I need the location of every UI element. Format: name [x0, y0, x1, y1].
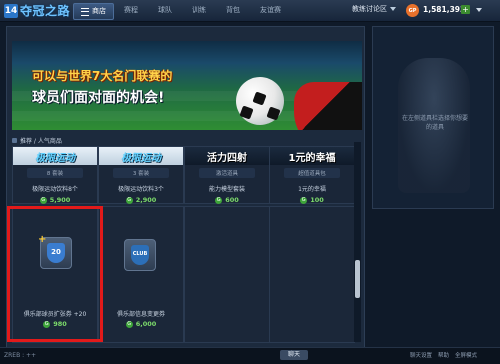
chevron-down-icon [390, 7, 396, 11]
menu-icon [81, 7, 89, 16]
ball-patch [252, 91, 267, 106]
card-banner: 极限运动 [13, 147, 97, 165]
price-value: 600 [225, 196, 239, 204]
chat-send-button[interactable]: 聊天 [280, 350, 308, 360]
chat-settings-link[interactable]: 聊天设置 [410, 351, 432, 359]
chat-input[interactable]: ZREB : ++ [4, 351, 274, 360]
logo-mark-icon: 14 [4, 3, 18, 18]
product-card[interactable]: CLUB 俱乐部信息变更券 G 6,000 [98, 206, 184, 343]
gp-icon: GP [406, 4, 419, 17]
card-sub: 超值道具包 [284, 168, 340, 178]
price: G 6,000 [99, 320, 183, 328]
product-card[interactable]: 活力四射 激活道具 能力模型套装 G 600 [184, 146, 270, 204]
product-card[interactable]: 1元的幸福 超值道具包 1元的幸福 G 100 [269, 146, 355, 204]
nav-item-friendly-match[interactable]: 友谊赛 [250, 3, 291, 18]
chevron-down-icon[interactable] [476, 8, 482, 12]
card-sub: 3 套装 [113, 168, 169, 178]
nav-item-label: 商店 [92, 7, 106, 15]
player-leg-image [294, 82, 362, 130]
product-card[interactable]: 极限运动 3 套装 极限运动饮料3个 G 2,900 [98, 146, 184, 204]
chat-tools: 聊天设置 帮助 全屏模式 [410, 351, 477, 359]
bullet-icon [12, 138, 17, 143]
coin-icon: G [215, 196, 223, 204]
promo-banner[interactable]: 可以与世界7大名门联赛的 球员们面对面的机会! [12, 41, 362, 130]
app-logo[interactable]: 14 夺冠之路 [4, 2, 70, 19]
nav-item-training[interactable]: 训练 [182, 3, 216, 18]
card-banner: 1元的幸福 [270, 147, 354, 165]
banner-headline: 可以与世界7大名门联赛的 [32, 69, 173, 83]
coin-icon: G [125, 196, 133, 204]
section-title: 推荐 / 人气商品 [12, 136, 62, 145]
scrollbar[interactable] [354, 142, 361, 342]
card-name: 能力模型套装 [208, 186, 245, 193]
product-card[interactable]: 极限运动 8 套装 极限运动饮料8个 G 5,900 [12, 146, 98, 204]
card-banner: 极限运动 [99, 147, 183, 165]
card-name: 俱乐部信息变更券 [116, 311, 165, 318]
coin-icon: G [125, 320, 133, 328]
price-value: 5,900 [49, 196, 71, 204]
forum-dropdown[interactable]: 教练讨论区 [352, 4, 396, 14]
gp-balance: 1,581,393 [423, 5, 466, 14]
coin-icon: G [300, 196, 308, 204]
price-value: 2,900 [135, 196, 157, 204]
help-link[interactable]: 帮助 [438, 351, 449, 359]
selection-highlight [7, 206, 103, 342]
price: G 100 [270, 196, 354, 204]
club-shield-icon: CLUB [131, 245, 149, 265]
nav-item-shop[interactable]: 商店 [73, 3, 114, 20]
empty-card-slot [269, 206, 355, 343]
main-nav: 商店 赛程 球队 训练 背包 友谊赛 [73, 3, 291, 20]
coin-icon: G [39, 196, 47, 204]
nav-item-schedule[interactable]: 赛程 [114, 3, 148, 18]
card-sub: 8 套装 [27, 168, 83, 178]
logo-text: 夺冠之路 [20, 4, 71, 18]
forum-label: 教练讨论区 [352, 5, 387, 13]
add-gp-button[interactable]: + [461, 5, 470, 14]
soccer-ball-image [236, 77, 284, 125]
preview-hint-text: 在左侧道具栏选择你想要的道具 [401, 115, 468, 131]
nav-item-team[interactable]: 球队 [148, 3, 182, 18]
price: G 5,900 [13, 196, 97, 204]
empty-card-slot [184, 206, 270, 343]
price: G 2,900 [99, 196, 183, 204]
banner-subheadline: 球员们面对面的机会! [32, 90, 165, 106]
card-sub: 激活道具 [199, 168, 255, 178]
fullscreen-link[interactable]: 全屏模式 [455, 351, 477, 359]
price: G 600 [185, 196, 269, 204]
price-value: 100 [310, 196, 324, 204]
price-value: 6,000 [135, 320, 157, 328]
badge-icon: CLUB [124, 239, 156, 271]
card-name: 极限运动饮料3个 [118, 186, 164, 193]
ball-patch [239, 105, 254, 120]
section-title-label: 推荐 / 人气商品 [20, 138, 62, 145]
card-name: 1元的幸福 [298, 186, 326, 193]
card-banner: 活力四射 [185, 147, 269, 165]
nav-item-backpack[interactable]: 背包 [216, 3, 250, 18]
scrollbar-thumb[interactable] [355, 260, 360, 298]
card-name: 极限运动饮料8个 [32, 186, 78, 193]
